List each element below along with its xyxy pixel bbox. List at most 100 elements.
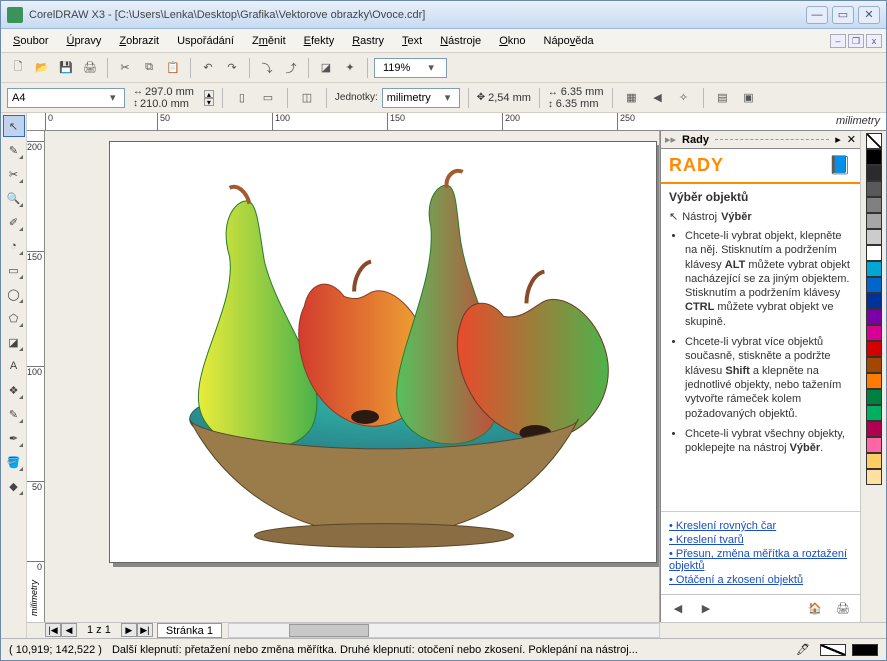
prev-page-button[interactable]: ◀ bbox=[61, 623, 77, 637]
menu-upravy[interactable]: Úpravy bbox=[58, 32, 109, 50]
swatch[interactable] bbox=[866, 133, 882, 149]
interactive-blend-tool[interactable]: ❖ bbox=[3, 379, 25, 401]
horizontal-scrollbar[interactable] bbox=[228, 623, 660, 638]
dynamic-guides-icon[interactable]: ✧ bbox=[673, 87, 695, 109]
drawing-canvas[interactable] bbox=[45, 131, 660, 622]
swatch[interactable] bbox=[866, 213, 882, 229]
swatch[interactable] bbox=[866, 309, 882, 325]
menu-zobrazit[interactable]: Zobrazit bbox=[111, 32, 167, 50]
panel-close-icon[interactable]: ✕ bbox=[847, 133, 856, 146]
status-fill[interactable] bbox=[820, 644, 846, 656]
rectangle-tool[interactable]: ▭ bbox=[3, 259, 25, 281]
hints-print-icon[interactable]: 🖨 bbox=[832, 598, 854, 620]
hint-link[interactable]: • Kreslení tvarů bbox=[669, 534, 852, 546]
undo-icon[interactable]: ↶ bbox=[197, 57, 219, 79]
cut-icon[interactable]: ✂ bbox=[114, 57, 136, 79]
text-tool[interactable]: A bbox=[3, 355, 25, 377]
menu-rastry[interactable]: Rastry bbox=[344, 32, 392, 50]
import-icon[interactable]: ⤵ bbox=[256, 57, 278, 79]
pick-tool[interactable]: ↖ bbox=[3, 115, 25, 137]
menu-okno[interactable]: Okno bbox=[491, 32, 533, 50]
swatch[interactable] bbox=[866, 261, 882, 277]
mdi-restore[interactable]: ❐ bbox=[848, 34, 864, 48]
page-height[interactable]: 210.0 mm bbox=[140, 98, 189, 110]
menu-nastroje[interactable]: Nástroje bbox=[432, 32, 489, 50]
open-icon[interactable]: 📂 bbox=[31, 57, 53, 79]
redo-icon[interactable]: ↷ bbox=[221, 57, 243, 79]
swatch[interactable] bbox=[866, 357, 882, 373]
swatch[interactable] bbox=[866, 341, 882, 357]
snap-icon[interactable]: ▦ bbox=[621, 87, 643, 109]
swatch[interactable] bbox=[866, 293, 882, 309]
zoom-combo[interactable]: 119% ▾ bbox=[374, 58, 447, 78]
close-button[interactable]: ✕ bbox=[858, 6, 880, 24]
welcome-icon[interactable]: ✦ bbox=[339, 57, 361, 79]
minimize-button[interactable]: — bbox=[806, 6, 828, 24]
pages-same-icon[interactable]: ◫ bbox=[296, 87, 318, 109]
swatch[interactable] bbox=[866, 245, 882, 261]
swatch[interactable] bbox=[866, 453, 882, 469]
hints-home-icon[interactable]: 🏠 bbox=[804, 598, 826, 620]
nudge-value[interactable]: 2,54 mm bbox=[488, 92, 531, 104]
next-page-button[interactable]: ▶ bbox=[121, 623, 137, 637]
shape-tool[interactable]: ✎ bbox=[3, 139, 25, 161]
portrait-icon[interactable]: ▯ bbox=[231, 87, 253, 109]
outline-tool[interactable]: ✒ bbox=[3, 427, 25, 449]
export-icon[interactable]: ⤴ bbox=[280, 57, 302, 79]
smart-fill-tool[interactable]: ◔ bbox=[3, 235, 25, 257]
last-page-button[interactable]: ▶| bbox=[137, 623, 153, 637]
mdi-close[interactable]: x bbox=[866, 34, 882, 48]
spinner-up[interactable]: ▴ bbox=[204, 90, 214, 98]
copy-icon[interactable]: ⧉ bbox=[138, 57, 160, 79]
menu-soubor[interactable]: Soubor bbox=[5, 32, 56, 50]
new-icon[interactable]: 🗋 bbox=[7, 57, 29, 79]
swatch[interactable] bbox=[866, 197, 882, 213]
menu-zmenit[interactable]: Změnit bbox=[244, 32, 294, 50]
swatch[interactable] bbox=[866, 437, 882, 453]
hint-link[interactable]: • Přesun, změna měřítka a roztažení obje… bbox=[669, 548, 852, 572]
crop-tool[interactable]: ✂ bbox=[3, 163, 25, 185]
swatch[interactable] bbox=[866, 421, 882, 437]
treat-as-filled-icon[interactable]: ▤ bbox=[712, 87, 734, 109]
menu-text[interactable]: Text bbox=[394, 32, 430, 50]
page-width[interactable]: 297.0 mm bbox=[145, 86, 194, 98]
paper-size-combo[interactable]: A4 ▾ bbox=[7, 88, 125, 108]
units-combo[interactable]: milimetry▾ bbox=[382, 88, 460, 108]
swatch[interactable] bbox=[866, 373, 882, 389]
menu-efekty[interactable]: Efekty bbox=[296, 32, 343, 50]
basic-shapes-tool[interactable]: ◪ bbox=[3, 331, 25, 353]
swatch[interactable] bbox=[866, 165, 882, 181]
save-icon[interactable]: 💾 bbox=[55, 57, 77, 79]
spinner-down[interactable]: ▾ bbox=[204, 98, 214, 106]
zoom-tool[interactable]: 🔍 bbox=[3, 187, 25, 209]
swatch[interactable] bbox=[866, 389, 882, 405]
ellipse-tool[interactable]: ◯ bbox=[3, 283, 25, 305]
swatch[interactable] bbox=[866, 181, 882, 197]
duplicate-x[interactable]: 6.35 mm bbox=[561, 86, 604, 98]
swatch[interactable] bbox=[866, 277, 882, 293]
swatch[interactable] bbox=[866, 405, 882, 421]
polygon-tool[interactable]: ⬠ bbox=[3, 307, 25, 329]
panel-menu-icon[interactable]: ▸ bbox=[835, 133, 841, 146]
paste-icon[interactable]: 📋 bbox=[162, 57, 184, 79]
panel-header[interactable]: ▸▸ Rady ▸ ✕ bbox=[661, 131, 860, 149]
duplicate-y[interactable]: 6.35 mm bbox=[556, 98, 599, 110]
maximize-button[interactable]: ▭ bbox=[832, 6, 854, 24]
hint-link[interactable]: • Kreslení rovných čar bbox=[669, 520, 852, 532]
hints-fwd-icon[interactable]: ▶ bbox=[695, 598, 717, 620]
page-tab[interactable]: Stránka 1 bbox=[157, 623, 222, 638]
menu-napoveda[interactable]: Nápověda bbox=[536, 32, 602, 50]
first-page-button[interactable]: |◀ bbox=[45, 623, 61, 637]
eyedropper-tool[interactable]: ✎ bbox=[3, 403, 25, 425]
options-icon[interactable]: ▣ bbox=[738, 87, 760, 109]
mdi-minimize[interactable]: – bbox=[830, 34, 846, 48]
hints-back-icon[interactable]: ◀ bbox=[667, 598, 689, 620]
swatch[interactable] bbox=[866, 469, 882, 485]
swatch[interactable] bbox=[866, 325, 882, 341]
app-launcher-icon[interactable]: ◪ bbox=[315, 57, 337, 79]
swatch[interactable] bbox=[866, 229, 882, 245]
book-icon[interactable]: 📘 bbox=[829, 155, 852, 176]
status-outline[interactable] bbox=[852, 644, 878, 656]
freehand-tool[interactable]: ✐ bbox=[3, 211, 25, 233]
landscape-icon[interactable]: ▭ bbox=[257, 87, 279, 109]
